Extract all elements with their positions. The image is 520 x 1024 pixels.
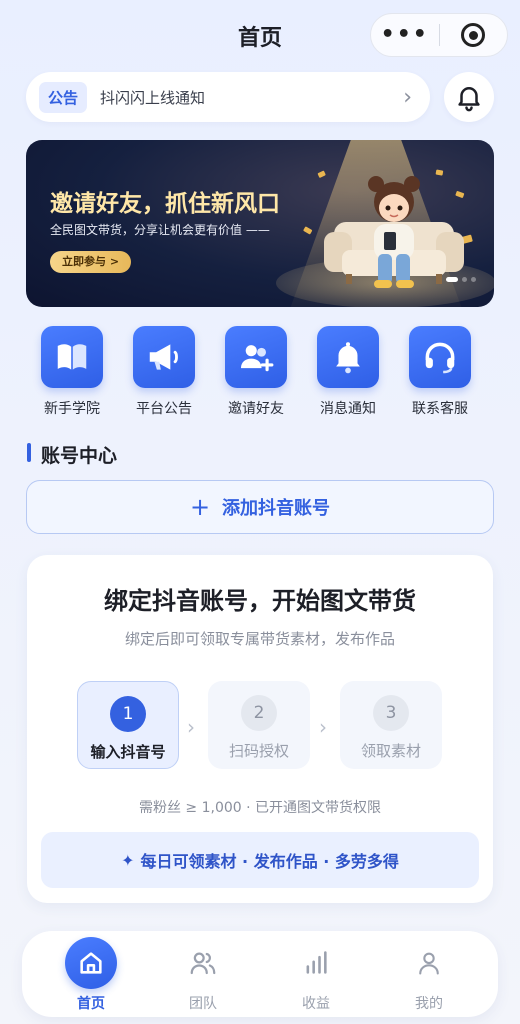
step-number: 2 <box>241 695 277 731</box>
add-account-label: 添加抖音账号 <box>222 498 331 519</box>
tab-team[interactable]: 团队 <box>158 931 248 1017</box>
invite-user-icon <box>225 326 287 388</box>
chart-bars-icon <box>290 937 342 989</box>
home-icon <box>65 937 117 989</box>
step-number: 1 <box>110 696 146 732</box>
bell-icon <box>458 87 480 112</box>
tab-label: 我的 <box>415 996 443 1012</box>
quick-nav-support[interactable]: 联系客服 <box>392 326 488 418</box>
benefit-banner: ✦ 每日可领素材 · 发布作品 · 多劳多得 <box>41 832 479 888</box>
chevron-right-icon: › <box>187 715 195 739</box>
chevron-right-icon: › <box>403 84 412 110</box>
quick-nav-label: 新手学院 <box>44 401 100 417</box>
quick-nav-academy[interactable]: 新手学院 <box>24 326 120 418</box>
quick-nav: 新手学院 平台公告 邀请好友 消息通知 联系客服 <box>26 326 494 422</box>
card-subtitle: 绑定后即可领取专属带货素材，发布作品 <box>124 630 395 648</box>
banner-pagination <box>446 277 476 282</box>
step-claim-materials[interactable]: 3 领取素材 <box>340 681 442 769</box>
notice-bar[interactable]: 公告 抖闪闪上线通知 › <box>26 72 430 122</box>
chevron-right-icon: › <box>319 715 327 739</box>
top-header: 首页 ••• <box>0 0 520 70</box>
notification-bell-button[interactable] <box>444 72 494 122</box>
quick-nav-label: 平台公告 <box>136 401 192 417</box>
notice-text: 抖闪闪上线通知 <box>100 88 206 107</box>
bell-icon <box>317 326 379 388</box>
bottom-tab-bar: 首页 团队 收益 我的 <box>22 931 498 1017</box>
banner-subtitle: 全民图文带货，分享让机会更有价值 —— <box>50 223 270 237</box>
step-enter-id[interactable]: 1 输入抖音号 <box>77 681 179 769</box>
headset-icon <box>409 326 471 388</box>
benefit-text: 每日可领素材 · 发布作品 · 多劳多得 <box>140 852 399 871</box>
join-now-button[interactable]: 立即参与 > <box>50 251 132 273</box>
notice-tag: 公告 <box>39 81 88 113</box>
card-title: 绑定抖音账号，开始图文带货 <box>104 587 416 615</box>
mini-program-capsule: ••• <box>370 13 508 57</box>
step-label: 领取素材 <box>360 742 421 760</box>
tab-earnings[interactable]: 收益 <box>271 931 361 1017</box>
quick-nav-label: 邀请好友 <box>228 401 284 417</box>
promo-banner[interactable]: 邀请好友，抓住新风口 全民图文带货，分享让机会更有价值 —— 立即参与 > <box>26 140 494 307</box>
profile-icon <box>403 937 455 989</box>
step-scan-authorize[interactable]: 2 扫码授权 <box>208 681 310 769</box>
tab-label: 收益 <box>302 996 330 1012</box>
banner-title: 邀请好友，抓住新风口 <box>50 191 280 217</box>
quick-nav-announcements[interactable]: 平台公告 <box>116 326 212 418</box>
plus-icon: + <box>189 493 211 521</box>
step-number: 3 <box>373 695 409 731</box>
tab-profile[interactable]: 我的 <box>384 931 474 1017</box>
tab-home[interactable]: 首页 <box>46 931 136 1017</box>
close-target-button[interactable] <box>440 23 508 47</box>
team-icon <box>177 937 229 989</box>
bind-account-card: 绑定抖音账号，开始图文带货 绑定后即可领取专属带货素材，发布作品 1 输入抖音号… <box>27 555 493 903</box>
quick-nav-label: 联系客服 <box>412 401 468 417</box>
more-dots-icon[interactable]: ••• <box>371 13 439 57</box>
book-icon <box>41 326 103 388</box>
tab-label: 首页 <box>77 996 105 1012</box>
quick-nav-label: 消息通知 <box>320 401 376 417</box>
tab-label: 团队 <box>189 996 217 1012</box>
section-accent-bar <box>27 443 31 462</box>
add-douyin-account-button[interactable]: + 添加抖音账号 <box>26 480 494 534</box>
requirement-note: 需粉丝 ≥ 1,000 · 已开通图文带货权限 <box>138 800 382 816</box>
step-label: 输入抖音号 <box>90 743 166 761</box>
megaphone-icon <box>133 326 195 388</box>
sparkle-icon: ✦ <box>121 850 135 870</box>
quick-nav-messages[interactable]: 消息通知 <box>300 326 396 418</box>
quick-nav-invite[interactable]: 邀请好友 <box>208 326 304 418</box>
section-title: 账号中心 <box>41 445 118 467</box>
step-label: 扫码授权 <box>228 742 289 760</box>
target-icon <box>461 23 486 47</box>
